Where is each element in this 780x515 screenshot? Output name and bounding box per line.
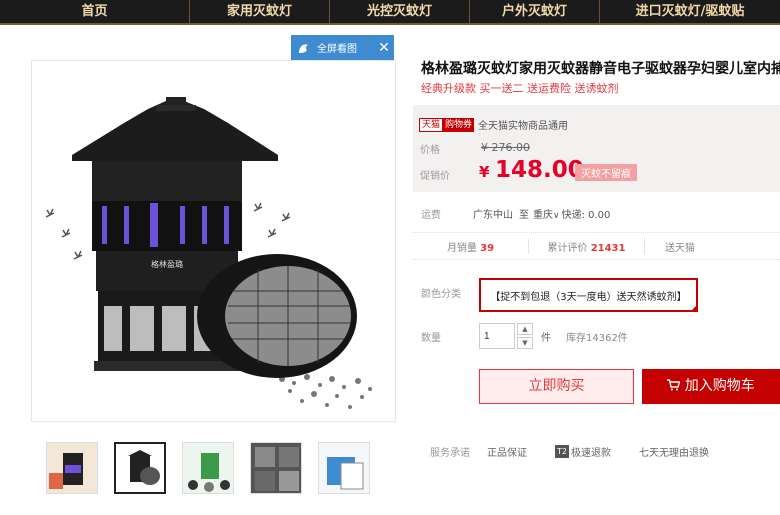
add-to-cart-button[interactable]: 加入购物车 (642, 369, 780, 404)
service-promise-label: 服务承诺 (430, 448, 470, 459)
fullscreen-label: 全屏看图 (317, 44, 357, 55)
promise-genuine-label: 正品保证 (487, 448, 527, 459)
ship-to-prefix: 至 (519, 210, 529, 221)
promo-text: 全天猫实物商品通用 (478, 121, 569, 132)
ship-to: 重庆 (533, 210, 553, 221)
nav-item-imported-lamp[interactable]: 进口灭蚊灯/驱蚊贴 (600, 0, 780, 23)
quantity-unit: 件 (541, 333, 551, 344)
thumbnail-5[interactable] (318, 442, 370, 494)
chevron-down-icon: ∨ (553, 211, 560, 221)
tmall-tag: 天猫 (419, 117, 444, 132)
main-product-image[interactable]: 格林盈璐 (31, 60, 396, 422)
ship-from: 广东中山 (473, 210, 513, 221)
promise-seven-day-return[interactable]: 七天无理由退换 (639, 444, 709, 459)
thumbnail-2[interactable] (114, 442, 166, 494)
review-count-value: 21431 (590, 242, 626, 254)
cart-icon (667, 378, 684, 394)
price-box: 天猫 购物券 全天猫实物商品通用 价格 ¥ 276.00 促销价 ¥ 148.0… (413, 105, 780, 192)
nav-item-outdoor-lamp[interactable]: 户外灭蚊灯 (470, 0, 600, 23)
promise-seven-day-label: 七天无理由退换 (638, 448, 709, 459)
ship-to-select[interactable]: 重庆∨ (533, 206, 562, 221)
color-option-selected[interactable]: 【捉不到包退（3天一度电）送天然诱蚊剂】 (479, 278, 698, 312)
quantity-input[interactable] (479, 323, 515, 349)
price-label: 价格 (420, 145, 440, 156)
buy-now-button[interactable]: 立即购买 (479, 369, 634, 404)
quantity-decrease-button[interactable]: ▼ (517, 337, 533, 349)
thumbnail-strip (46, 442, 370, 494)
sale-price: ¥ 148.00 (479, 157, 584, 183)
shipping-label: 运费 (421, 210, 441, 221)
sales-stats: 月销量 39 累计评价 21431 送天猫 (413, 232, 780, 260)
review-count-label: 累计评价 (547, 242, 588, 254)
monthly-sales-value: 39 (480, 242, 495, 254)
monthly-sales: 月销量 39 (413, 238, 529, 254)
points-label: 送天猫 (665, 242, 695, 254)
mosquito-lamp-illustration: 格林盈璐 (45, 97, 372, 409)
nav-item-home[interactable]: 首页 (0, 0, 190, 23)
fullscreen-view-bar[interactable]: 全屏看图 ✕ (291, 35, 394, 60)
stock-count: 库存14362件 (566, 333, 628, 344)
quantity-label: 数量 (421, 333, 441, 344)
close-icon[interactable]: ✕ (374, 40, 394, 56)
promise-genuine[interactable]: 正品保证 (487, 444, 527, 459)
shipping-row: 运费 广东中山 至 重庆∨ 快递: 0.00 (421, 206, 610, 221)
promise-fast-refund-label: 极速退款 (570, 448, 611, 459)
product-title: 格林盈璐灭蚊灯家用灭蚊器静音电子驱蚊器孕妇婴儿室内捕 (421, 61, 780, 77)
add-to-cart-label: 加入购物车 (684, 378, 755, 394)
quantity-increase-button[interactable]: ▲ (517, 323, 533, 335)
top-nav: 首页 家用灭蚊灯 光控灭蚊灯 户外灭蚊灯 进口灭蚊灯/驱蚊贴 (0, 0, 780, 25)
thumbnail-4[interactable] (250, 442, 302, 494)
coupon-tag[interactable]: 购物券 (443, 117, 475, 132)
service-promise: 服务承诺 正品保证 T2 极速退款 七天无理由退换 (430, 444, 737, 459)
original-price: ¥ 276.00 (481, 141, 530, 154)
monthly-sales-label: 月销量 (446, 242, 477, 254)
color-label: 颜色分类 (421, 289, 461, 300)
t2-icon: T2 (555, 445, 569, 458)
nav-item-home-mosquito-lamp[interactable]: 家用灭蚊灯 (190, 0, 330, 23)
shipping-fee: 快递: 0.00 (561, 210, 611, 221)
review-count[interactable]: 累计评价 21431 (529, 238, 645, 254)
promo-row: 天猫 购物券 全天猫实物商品通用 (419, 117, 568, 132)
currency-symbol: ¥ (479, 163, 490, 181)
thumbnail-3[interactable] (182, 442, 234, 494)
product-subtitle: 经典升级款 买一送二 送运费险 送诱蚊剂 (421, 82, 619, 95)
promo-price-label: 促销价 (420, 171, 450, 182)
thumbnail-1[interactable] (46, 442, 98, 494)
promo-badge: 灭蚊不留痕 (575, 164, 637, 181)
nav-item-light-control-lamp[interactable]: 光控灭蚊灯 (330, 0, 470, 23)
sale-price-value: 148.00 (495, 157, 584, 183)
brand-label-on-lamp: 格林盈璐 (151, 259, 183, 269)
squirrel-logo-icon (291, 35, 317, 60)
points: 送天猫 (645, 239, 780, 254)
promise-fast-refund[interactable]: T2 极速退款 (555, 444, 611, 459)
